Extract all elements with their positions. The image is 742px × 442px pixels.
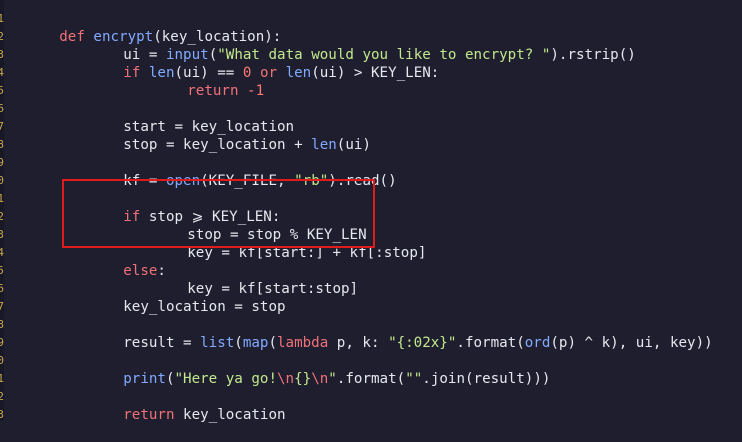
code-token: .format( — [456, 335, 525, 351]
code-line[interactable]: def encrypt(key_location): — [8, 10, 281, 45]
escape-token: \n — [277, 371, 295, 387]
string-token: "" — [405, 371, 423, 387]
code-token: result = — [123, 335, 201, 351]
code-token: (p) ^ k), ui, key)) — [550, 335, 713, 351]
line-number: 2 — [0, 210, 4, 223]
number-token: -1 — [247, 83, 265, 99]
line-number: 4 — [0, 66, 4, 79]
code-line[interactable]: start = key_location — [72, 100, 294, 135]
code-line[interactable]: stop = key_location + len(ui) — [72, 118, 371, 153]
code-token: ( — [234, 335, 243, 351]
builtin-token: len — [311, 137, 337, 153]
code-line[interactable]: key_location = stop — [72, 280, 285, 315]
code-token: .format( — [336, 371, 406, 387]
string-token: {} — [294, 371, 312, 387]
builtin-token: list — [200, 335, 235, 351]
code-token: (ui) — [336, 137, 371, 153]
string-token: "Here ya go! — [174, 371, 278, 387]
escape-token: \n — [311, 371, 329, 387]
line-number: 0 — [0, 174, 4, 187]
code-line[interactable]: ui = input("What data would you like to … — [72, 28, 636, 63]
line-number: 4 — [0, 246, 4, 259]
line-number: 6 — [0, 282, 4, 295]
code-token: stop = key_location + — [123, 137, 312, 153]
line-number: 8 — [0, 138, 4, 151]
code-token: ).rstrip() — [550, 47, 636, 63]
code-token: ( — [268, 335, 278, 351]
line-number: 2 — [0, 30, 4, 43]
line-number: 8 — [0, 318, 4, 331]
builtin-token: map — [242, 335, 269, 351]
line-number: 2 — [0, 390, 4, 403]
code-line[interactable]: if len(ui) == 0 or len(ui) > KEY_LEN: — [72, 46, 439, 81]
code-token: (ui) > KEY_LEN: — [311, 65, 440, 81]
code-token: key_location = stop — [123, 299, 286, 315]
line-number: 3 — [0, 408, 4, 421]
line-number: 9 — [0, 336, 4, 349]
code-token: ( — [165, 371, 175, 387]
string-token: "{:02x}" — [388, 335, 457, 351]
line-number: 7 — [0, 300, 4, 313]
line-number: 0 — [0, 354, 4, 367]
line-number-gutter: 1 2 3 4 5 6 7 8 9 0 1 2 3 4 5 6 7 8 9 0 … — [0, 0, 4, 421]
builtin-token: len — [285, 65, 312, 81]
line-number: 9 — [0, 156, 4, 169]
highlight-annotation-box — [62, 179, 375, 248]
code-editor[interactable]: 1 2 3 4 5 6 7 8 9 0 1 2 3 4 5 6 7 8 9 0 … — [0, 0, 742, 423]
line-number: 7 — [0, 120, 4, 133]
code-line[interactable]: return key_location — [72, 388, 285, 423]
code-line[interactable]: kf = open(KEY_FILE, "rb").read() — [72, 154, 396, 189]
line-number: 1 — [0, 192, 4, 205]
line-number: 5 — [0, 84, 4, 97]
keyword-token: lambda — [277, 335, 329, 351]
line-number: 3 — [0, 48, 4, 61]
code-line[interactable]: print("Here ya go!\n{}\n".format("".join… — [72, 352, 550, 387]
line-number: 6 — [0, 102, 4, 115]
builtin-token: print — [123, 371, 166, 387]
line-number: 1 — [0, 12, 4, 25]
line-number: 1 — [0, 372, 4, 385]
builtin-token: ord — [524, 335, 551, 351]
string-token: " — [328, 371, 337, 387]
code-token: p, k: — [328, 335, 389, 351]
code-token: .join(result))) — [422, 371, 551, 387]
code-line[interactable]: key = kf[start:stop] — [136, 262, 358, 297]
keyword-token: return — [187, 83, 239, 99]
code-line[interactable]: result = list(map(lambda p, k: "{:02x}".… — [72, 316, 712, 351]
code-line[interactable]: return -1 — [136, 64, 264, 99]
line-number: 3 — [0, 228, 4, 241]
line-number: 5 — [0, 264, 4, 277]
